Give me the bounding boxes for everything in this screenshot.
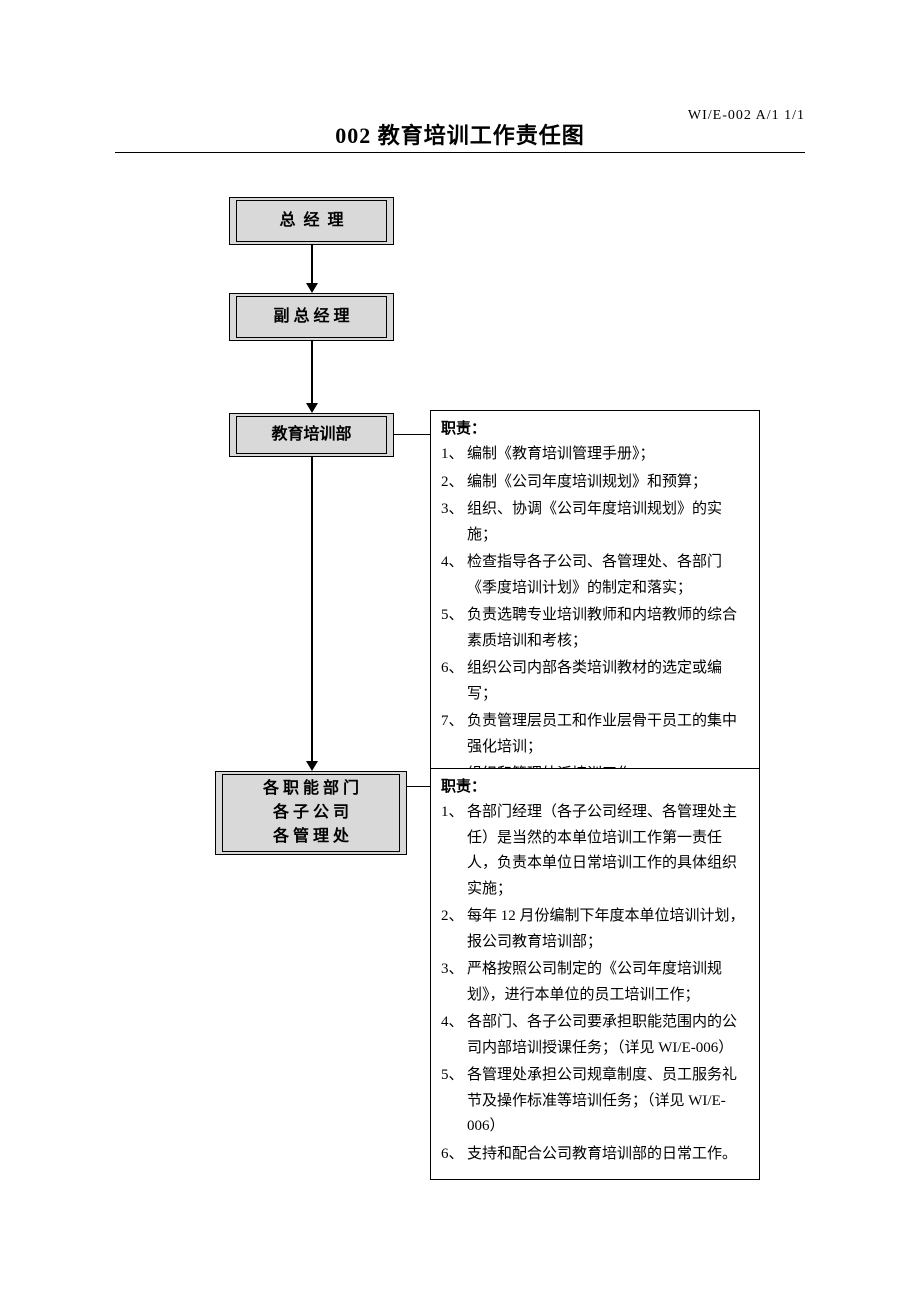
desc-list-edu: 1、编制《教育培训管理手册》；2、编制《公司年度培训规划》和预算；3、组织、协调…	[441, 442, 749, 815]
desc-item: 6、组织公司内部各类培训教材的选定或编写；	[441, 656, 749, 707]
connector-line	[407, 786, 430, 787]
desc-item-number: 4、	[441, 550, 467, 601]
arrow-down-icon	[306, 341, 318, 413]
node-label: 教育培训部	[236, 416, 387, 454]
desc-item-number: 3、	[441, 957, 467, 1008]
desc-item-text: 各部门、各子公司要承担职能范围内的公司内部培训授课任务；（详见 WI/E-006…	[467, 1010, 749, 1061]
desc-item-text: 检查指导各子公司、各管理处、各部门《季度培训计划》的制定和落实；	[467, 550, 749, 601]
desc-item-text: 每年 12 月份编制下年度本单位培训计划，报公司教育培训部；	[467, 904, 749, 955]
connector-line	[394, 434, 430, 435]
desc-item-text: 编制《公司年度培训规划》和预算；	[467, 470, 749, 496]
desc-item-text: 编制《教育培训管理手册》；	[467, 442, 749, 468]
desc-item: 4、检查指导各子公司、各管理处、各部门《季度培训计划》的制定和落实；	[441, 550, 749, 601]
desc-item: 1、编制《教育培训管理手册》；	[441, 442, 749, 468]
desc-item-text: 负责选聘专业培训教师和内培教师的综合素质培训和考核；	[467, 603, 749, 654]
arrow-down-icon	[306, 457, 318, 771]
node-general-manager: 总 经 理	[229, 197, 394, 245]
page-title: 002 教育培训工作责任图	[335, 123, 585, 148]
arrow-down-icon	[306, 245, 318, 293]
desc-item: 5、负责选聘专业培训教师和内培教师的综合素质培训和考核；	[441, 603, 749, 654]
desc-item-number: 6、	[441, 656, 467, 707]
desc-item: 2、编制《公司年度培训规划》和预算；	[441, 470, 749, 496]
node-label: 总 经 理	[236, 200, 387, 242]
node-departments: 各 职 能 部 门 各 子 公 司 各 管 理 处	[215, 771, 407, 855]
desc-item-number: 1、	[441, 442, 467, 468]
desc-title: 职责：	[441, 775, 749, 796]
desc-item-number: 5、	[441, 603, 467, 654]
desc-box-edu: 职责： 1、编制《教育培训管理手册》；2、编制《公司年度培训规划》和预算；3、组…	[430, 410, 760, 828]
title-rule: 002 教育培训工作责任图	[115, 118, 805, 153]
desc-item-number: 4、	[441, 1010, 467, 1061]
node-label: 各 职 能 部 门 各 子 公 司 各 管 理 处	[222, 774, 400, 852]
desc-item: 4、各部门、各子公司要承担职能范围内的公司内部培训授课任务；（详见 WI/E-0…	[441, 1010, 749, 1061]
desc-list-dept: 1、各部门经理（各子公司经理、各管理处主任）是当然的本单位培训工作第一责任人，负…	[441, 800, 749, 1167]
node-education-dept: 教育培训部	[229, 413, 394, 457]
desc-item-text: 支持和配合公司教育培训部的日常工作。	[467, 1142, 749, 1168]
desc-item: 7、负责管理层员工和作业层骨干员工的集中强化培训；	[441, 709, 749, 760]
desc-item-text: 组织公司内部各类培训教材的选定或编写；	[467, 656, 749, 707]
desc-title: 职责：	[441, 417, 749, 438]
desc-item-text: 各管理处承担公司规章制度、员工服务礼节及操作标准等培训任务；（详见 WI/E-0…	[467, 1063, 749, 1140]
desc-item: 1、各部门经理（各子公司经理、各管理处主任）是当然的本单位培训工作第一责任人，负…	[441, 800, 749, 902]
desc-item-number: 2、	[441, 470, 467, 496]
desc-item: 3、组织、协调《公司年度培训规划》的实施；	[441, 497, 749, 548]
desc-item-text: 组织、协调《公司年度培训规划》的实施；	[467, 497, 749, 548]
desc-item: 3、严格按照公司制定的《公司年度培训规划》，进行本单位的员工培训工作；	[441, 957, 749, 1008]
flow-canvas: 总 经 理 副 总 经 理 教育培训部 职责： 1、编制《教育培训管理手册》；2…	[0, 150, 920, 1150]
node-label: 副 总 经 理	[236, 296, 387, 338]
desc-item-text: 严格按照公司制定的《公司年度培训规划》，进行本单位的员工培训工作；	[467, 957, 749, 1008]
desc-item: 2、每年 12 月份编制下年度本单位培训计划，报公司教育培训部；	[441, 904, 749, 955]
desc-item-number: 5、	[441, 1063, 467, 1140]
desc-item-number: 7、	[441, 709, 467, 760]
desc-item-number: 6、	[441, 1142, 467, 1168]
desc-item: 6、支持和配合公司教育培训部的日常工作。	[441, 1142, 749, 1168]
desc-item-number: 1、	[441, 800, 467, 902]
desc-item-number: 2、	[441, 904, 467, 955]
desc-item-text: 负责管理层员工和作业层骨干员工的集中强化培训；	[467, 709, 749, 760]
desc-box-dept: 职责： 1、各部门经理（各子公司经理、各管理处主任）是当然的本单位培训工作第一责…	[430, 768, 760, 1180]
node-deputy-gm: 副 总 经 理	[229, 293, 394, 341]
desc-item-text: 各部门经理（各子公司经理、各管理处主任）是当然的本单位培训工作第一责任人，负责本…	[467, 800, 749, 902]
desc-item: 5、各管理处承担公司规章制度、员工服务礼节及操作标准等培训任务；（详见 WI/E…	[441, 1063, 749, 1140]
desc-item-number: 3、	[441, 497, 467, 548]
